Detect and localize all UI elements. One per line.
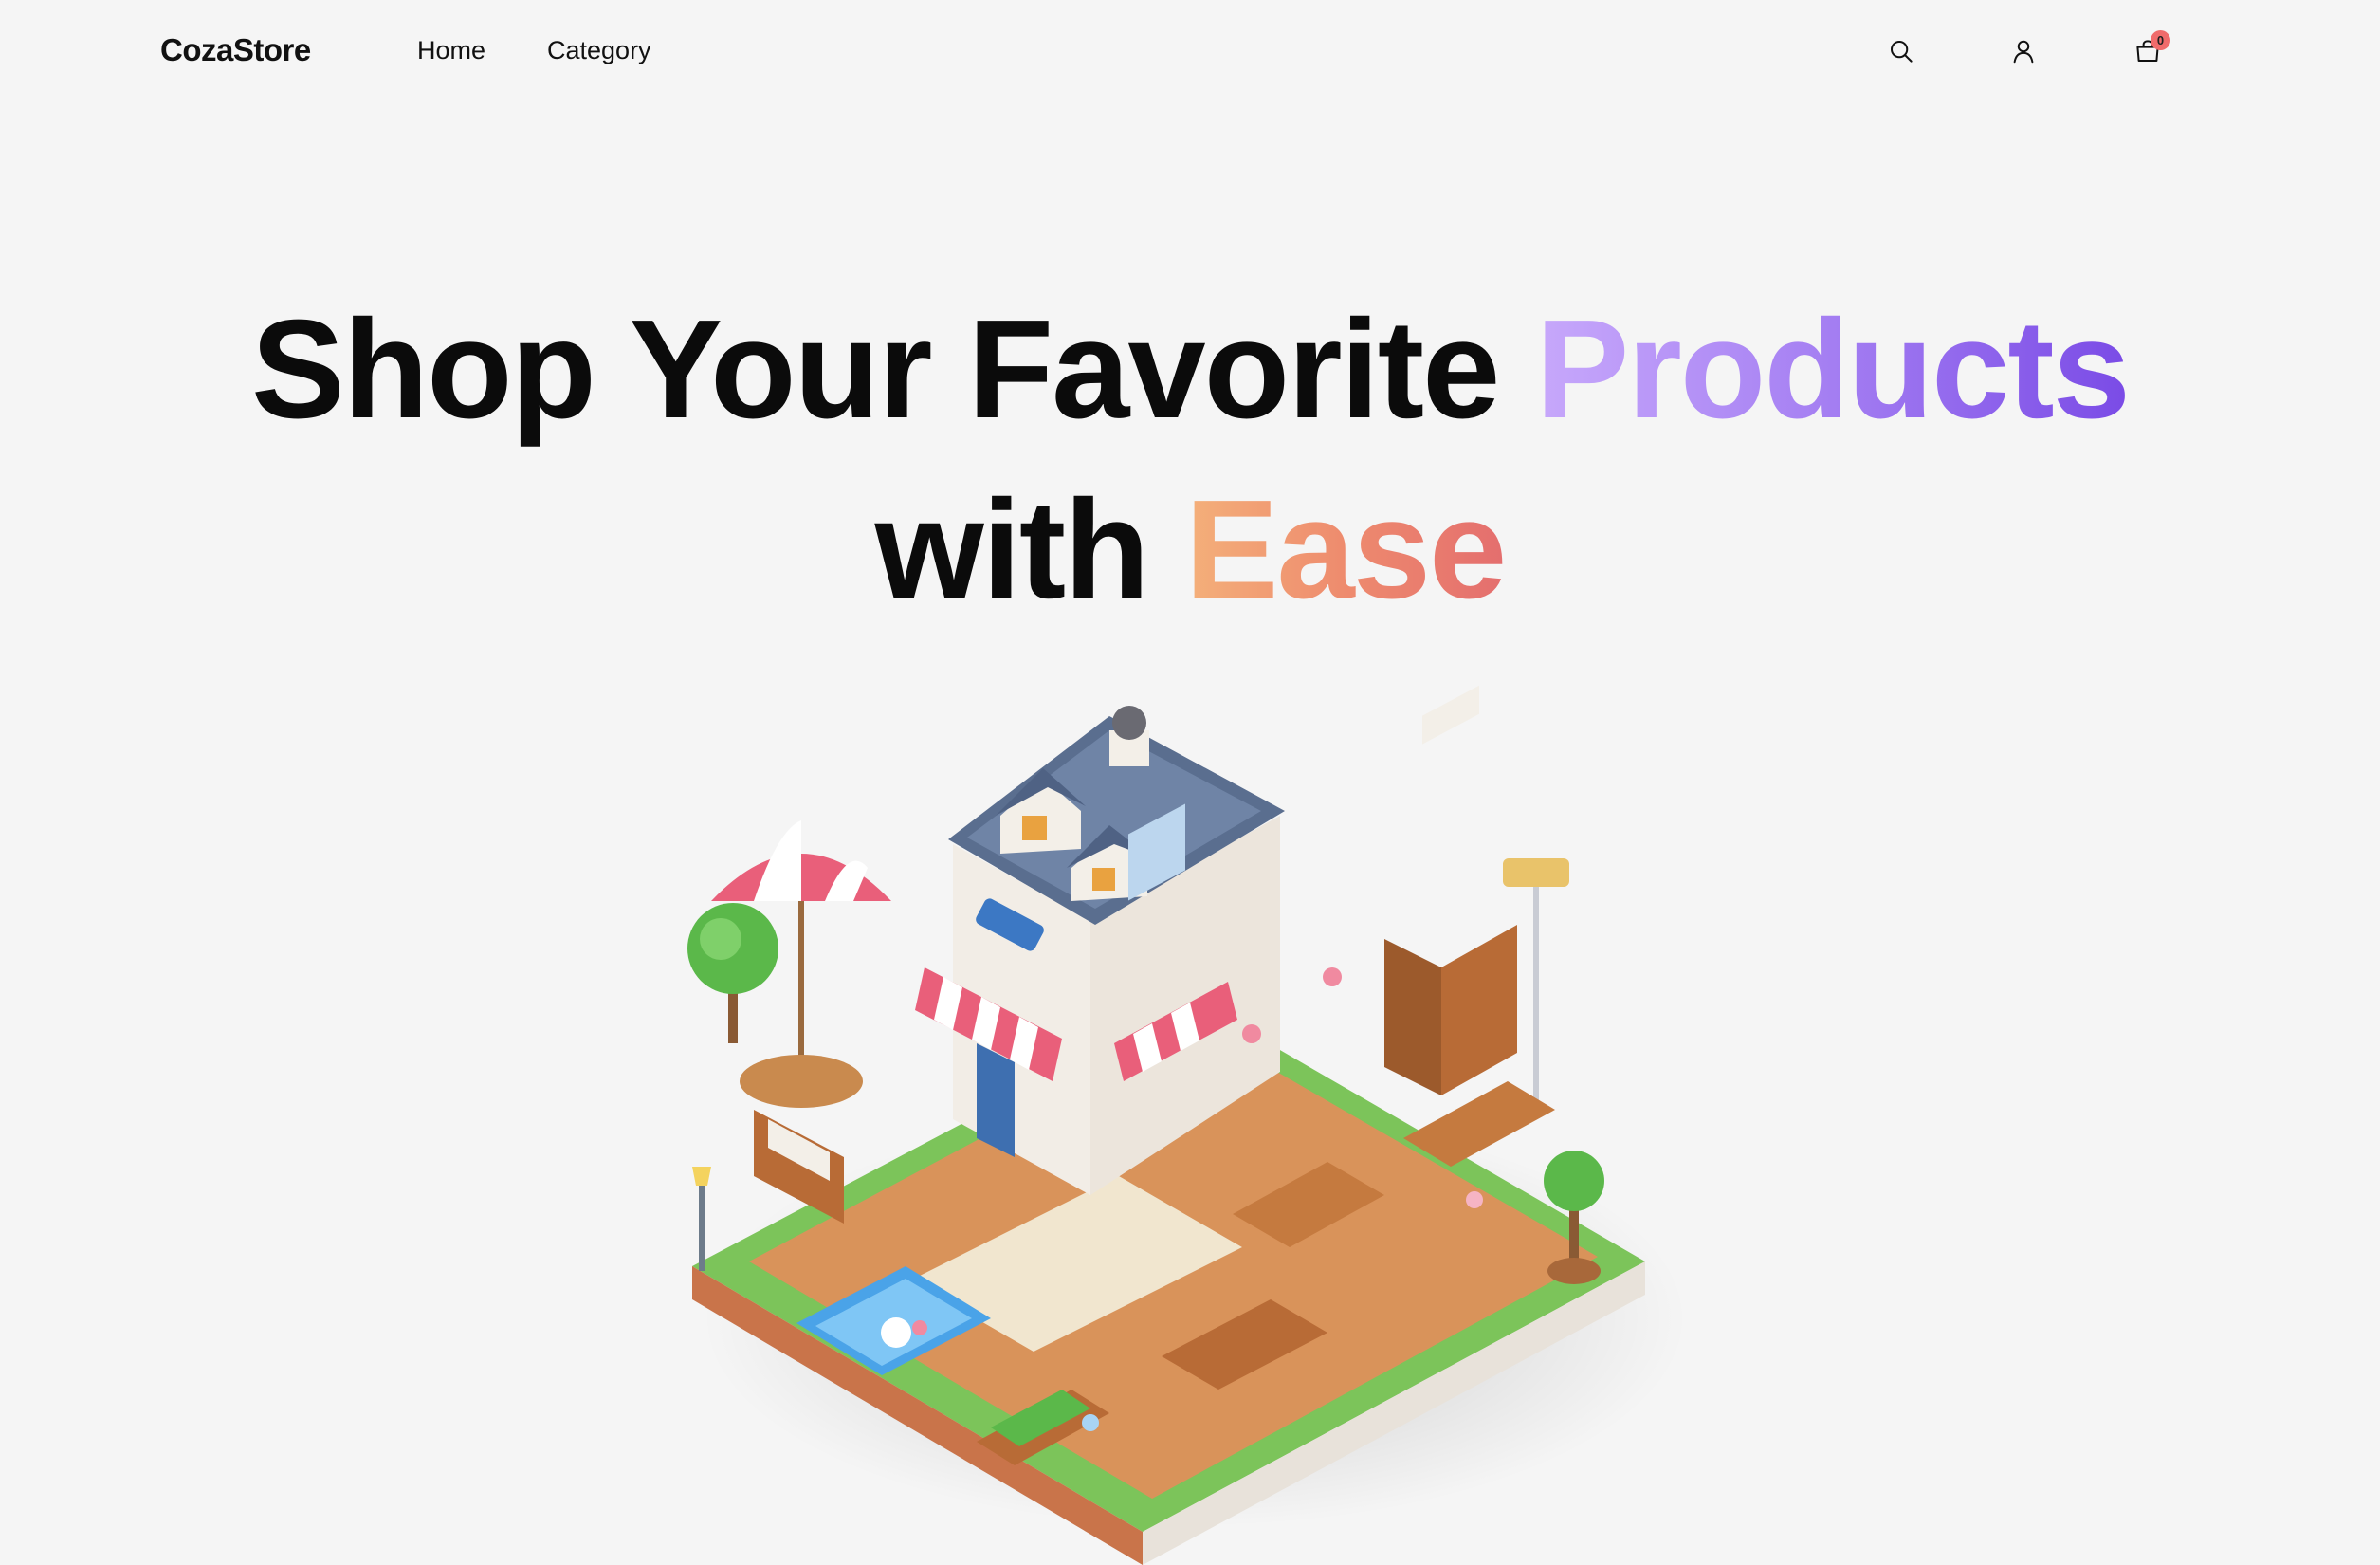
search-icon [1891,41,1913,63]
lamp-post [692,1167,711,1271]
navbar: CozaStore Home Category 0 [0,0,2380,104]
hero-headline: Shop Your Favorite Products with Ease [0,280,2380,640]
right-shelves [1384,858,1569,1110]
nav-link-category[interactable]: Category [547,36,651,65]
hero-line-2: with Ease [0,460,2380,640]
hero-line1-text: Shop Your Favorite [251,291,1500,448]
store-illustration [687,685,1688,1565]
tree-left [687,903,778,1043]
brand-logo[interactable]: CozaStore [160,32,311,68]
user-icon [2013,40,2034,64]
cat-in-pool [881,1317,911,1348]
account-button[interactable] [2005,32,2042,70]
hero-line2-text: with [874,471,1150,628]
hero-line1-accent: Products [1535,291,2131,448]
hero-line2-accent: Ease [1184,471,1508,628]
search-button[interactable] [1882,32,1920,70]
hero-line-1: Shop Your Favorite Products [0,280,2380,460]
nav-link-home[interactable]: Home [417,36,485,65]
cart-button[interactable]: 0 [2129,30,2170,70]
roof-cat [1112,706,1146,740]
page: CozaStore Home Category 0 Shop Your Favo… [0,0,2380,1565]
cart-count-badge: 0 [2151,30,2170,50]
